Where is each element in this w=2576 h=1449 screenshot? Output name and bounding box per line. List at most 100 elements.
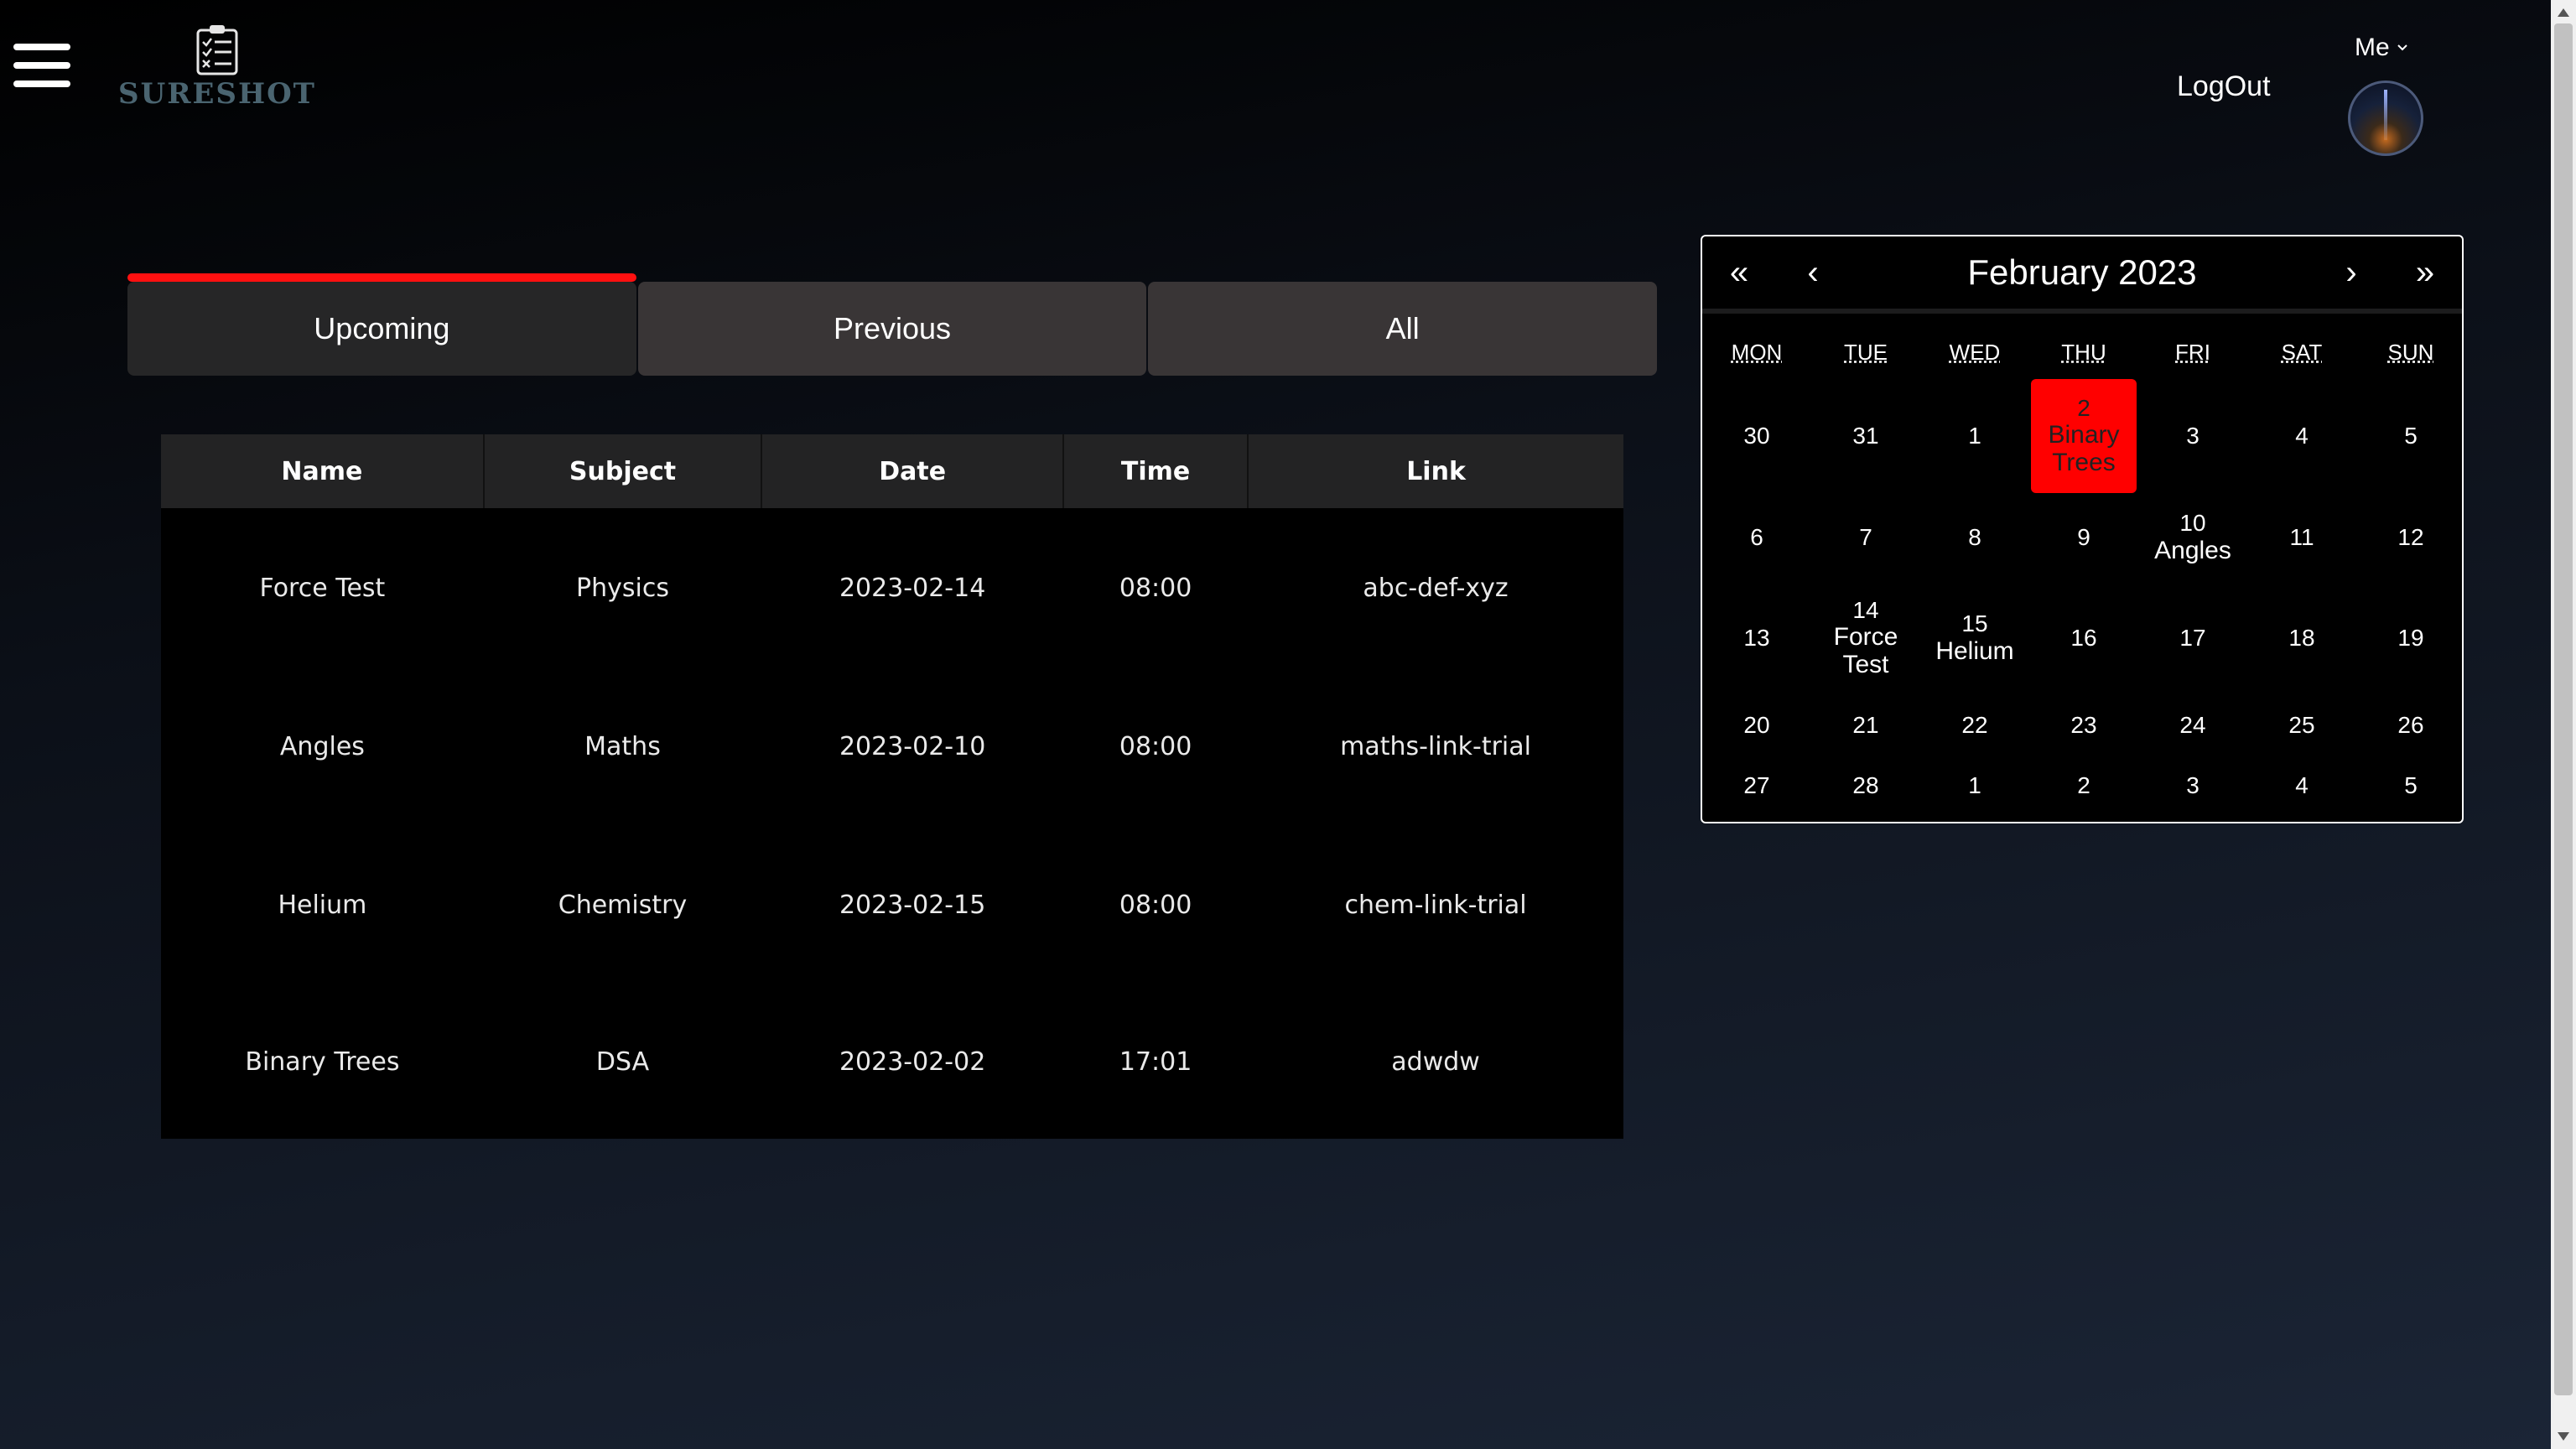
calendar-day[interactable]: 24 [2138,694,2247,756]
calendar-day[interactable]: 27 [1702,756,1811,815]
calendar-day[interactable]: 3 [2138,756,2247,815]
day-number: 16 [2070,624,2097,651]
weekday-header: SUN [2387,339,2434,365]
table-row[interactable]: Helium Chemistry 2023-02-15 08:00 chem-l… [161,826,1623,984]
cell-link[interactable]: maths-link-trial [1248,667,1623,826]
next-year-button[interactable]: » [2388,254,2462,292]
day-number: 24 [2179,711,2206,738]
menu-bar [13,62,70,69]
tab-previous[interactable]: Previous [637,282,1147,376]
scroll-down-arrow-icon[interactable] [2558,1432,2569,1441]
calendar-day[interactable]: 11 [2247,493,2356,582]
calendar-day[interactable]: 6 [1702,493,1811,582]
table-header-row: Name Subject Date Time Link [161,434,1623,508]
calendar-day[interactable]: 9 [2029,493,2138,582]
calendar-day[interactable]: 7 [1811,493,1920,582]
cell-subject: Chemistry [558,891,688,920]
calendar-day[interactable]: 12 [2356,493,2465,582]
table-row[interactable]: Binary Trees DSA 2023-02-02 17:01 adwdw [161,984,1623,1139]
page-scrollbar[interactable] [2551,0,2576,1449]
calendar-day[interactable]: 16 [2029,582,2138,694]
cell-link[interactable]: chem-link-trial [1248,826,1623,984]
calendar-day[interactable]: 10 Angles [2138,493,2247,582]
calendar-day[interactable]: 23 [2029,694,2138,756]
column-header-time[interactable]: Time [1062,434,1249,508]
calendar-day[interactable]: 8 [1920,493,2029,582]
user-menu-dropdown[interactable]: Me [2355,34,2408,62]
calendar-day[interactable]: 1 [1920,756,2029,815]
cell-time: 08:00 [1119,573,1192,603]
calendar-day[interactable]: 2 Binary Trees [2031,379,2137,493]
day-number: 4 [2295,422,2309,449]
cell-link[interactable]: abc-def-xyz [1248,508,1623,667]
day-number: 31 [1852,422,1879,449]
scrollbar-thumb[interactable] [2554,23,2573,1395]
weekday-header: WED [1949,339,2001,365]
table-row[interactable]: Angles Maths 2023-02-10 08:00 maths-link… [161,667,1623,826]
tab-all[interactable]: All [1148,282,1658,376]
day-number: 2 [2077,771,2090,798]
calendar-day[interactable]: 3 [2138,379,2247,493]
calendar-day[interactable]: 4 [2247,379,2356,493]
calendar: « ‹ February 2023 › » MON TUE WED THU FRI SAT… [1701,235,2464,823]
calendar-day[interactable]: 20 [1702,694,1811,756]
day-number: 3 [2186,422,2199,449]
prev-month-button[interactable]: ‹ [1776,254,1850,292]
next-month-button[interactable]: › [2314,254,2388,292]
calendar-day[interactable]: 31 [1811,379,1920,493]
cell-date: 2023-02-15 [839,891,986,920]
cell-time: 08:00 [1119,891,1192,920]
table-row[interactable]: Force Test Physics 2023-02-14 08:00 abc-… [161,508,1623,667]
calendar-day[interactable]: 5 [2356,756,2465,815]
day-number: 5 [2404,771,2418,798]
calendar-day[interactable]: 1 [1920,379,2029,493]
day-number: 19 [2397,624,2424,651]
calendar-day[interactable]: 5 [2356,379,2465,493]
calendar-day[interactable]: 17 [2138,582,2247,694]
avatar[interactable] [2348,80,2423,156]
logo[interactable]: SURESHOT [118,23,314,116]
calendar-day[interactable]: 2 [2029,756,2138,815]
day-number: 2 [2077,394,2090,421]
calendar-day[interactable]: 14 Force Test [1811,582,1920,694]
cell-date: 2023-02-14 [839,573,986,603]
column-header-name[interactable]: Name [161,434,484,508]
day-number: 15 [1961,610,1988,637]
chevron-down-icon [2397,44,2407,51]
column-header-link[interactable]: Link [1247,434,1623,508]
weekday-header: TUE [1844,339,1888,365]
column-header-date[interactable]: Date [761,434,1064,508]
hamburger-menu-icon[interactable] [13,44,70,87]
cell-time: 08:00 [1119,732,1192,761]
day-number: 17 [2179,624,2206,651]
day-number: 23 [2070,711,2097,738]
calendar-day[interactable]: 26 [2356,694,2465,756]
day-number: 1 [1968,771,1981,798]
day-event-label: Binary Trees [2048,421,2120,477]
cell-date: 2023-02-10 [839,732,986,761]
cell-link[interactable]: adwdw [1248,984,1623,1139]
day-number: 11 [2289,523,2314,550]
calendar-day[interactable]: 4 [2247,756,2356,815]
calendar-day[interactable]: 22 [1920,694,2029,756]
tab-upcoming[interactable]: Upcoming [127,273,636,376]
calendar-title[interactable]: February 2023 [1850,252,2314,293]
calendar-day[interactable]: 18 [2247,582,2356,694]
calendar-day[interactable]: 25 [2247,694,2356,756]
calendar-day[interactable]: 19 [2356,582,2465,694]
calendar-day[interactable]: 21 [1811,694,1920,756]
logout-button[interactable]: LogOut [2177,70,2271,103]
day-number: 22 [1961,711,1988,738]
calendar-navigation: « ‹ February 2023 › » [1702,236,2462,314]
day-event-label: Force Test [1833,623,1898,679]
column-header-subject[interactable]: Subject [482,434,762,508]
cell-name: Binary Trees [245,1046,400,1077]
calendar-day[interactable]: 13 [1702,582,1811,694]
prev-year-button[interactable]: « [1702,254,1776,292]
calendar-day[interactable]: 15 Helium [1920,582,2029,694]
scroll-up-arrow-icon[interactable] [2558,8,2569,17]
calendar-day[interactable]: 28 [1811,756,1920,815]
cell-subject: DSA [595,1046,650,1077]
day-event-label: Helium [1935,636,2014,665]
calendar-day[interactable]: 30 [1702,379,1811,493]
